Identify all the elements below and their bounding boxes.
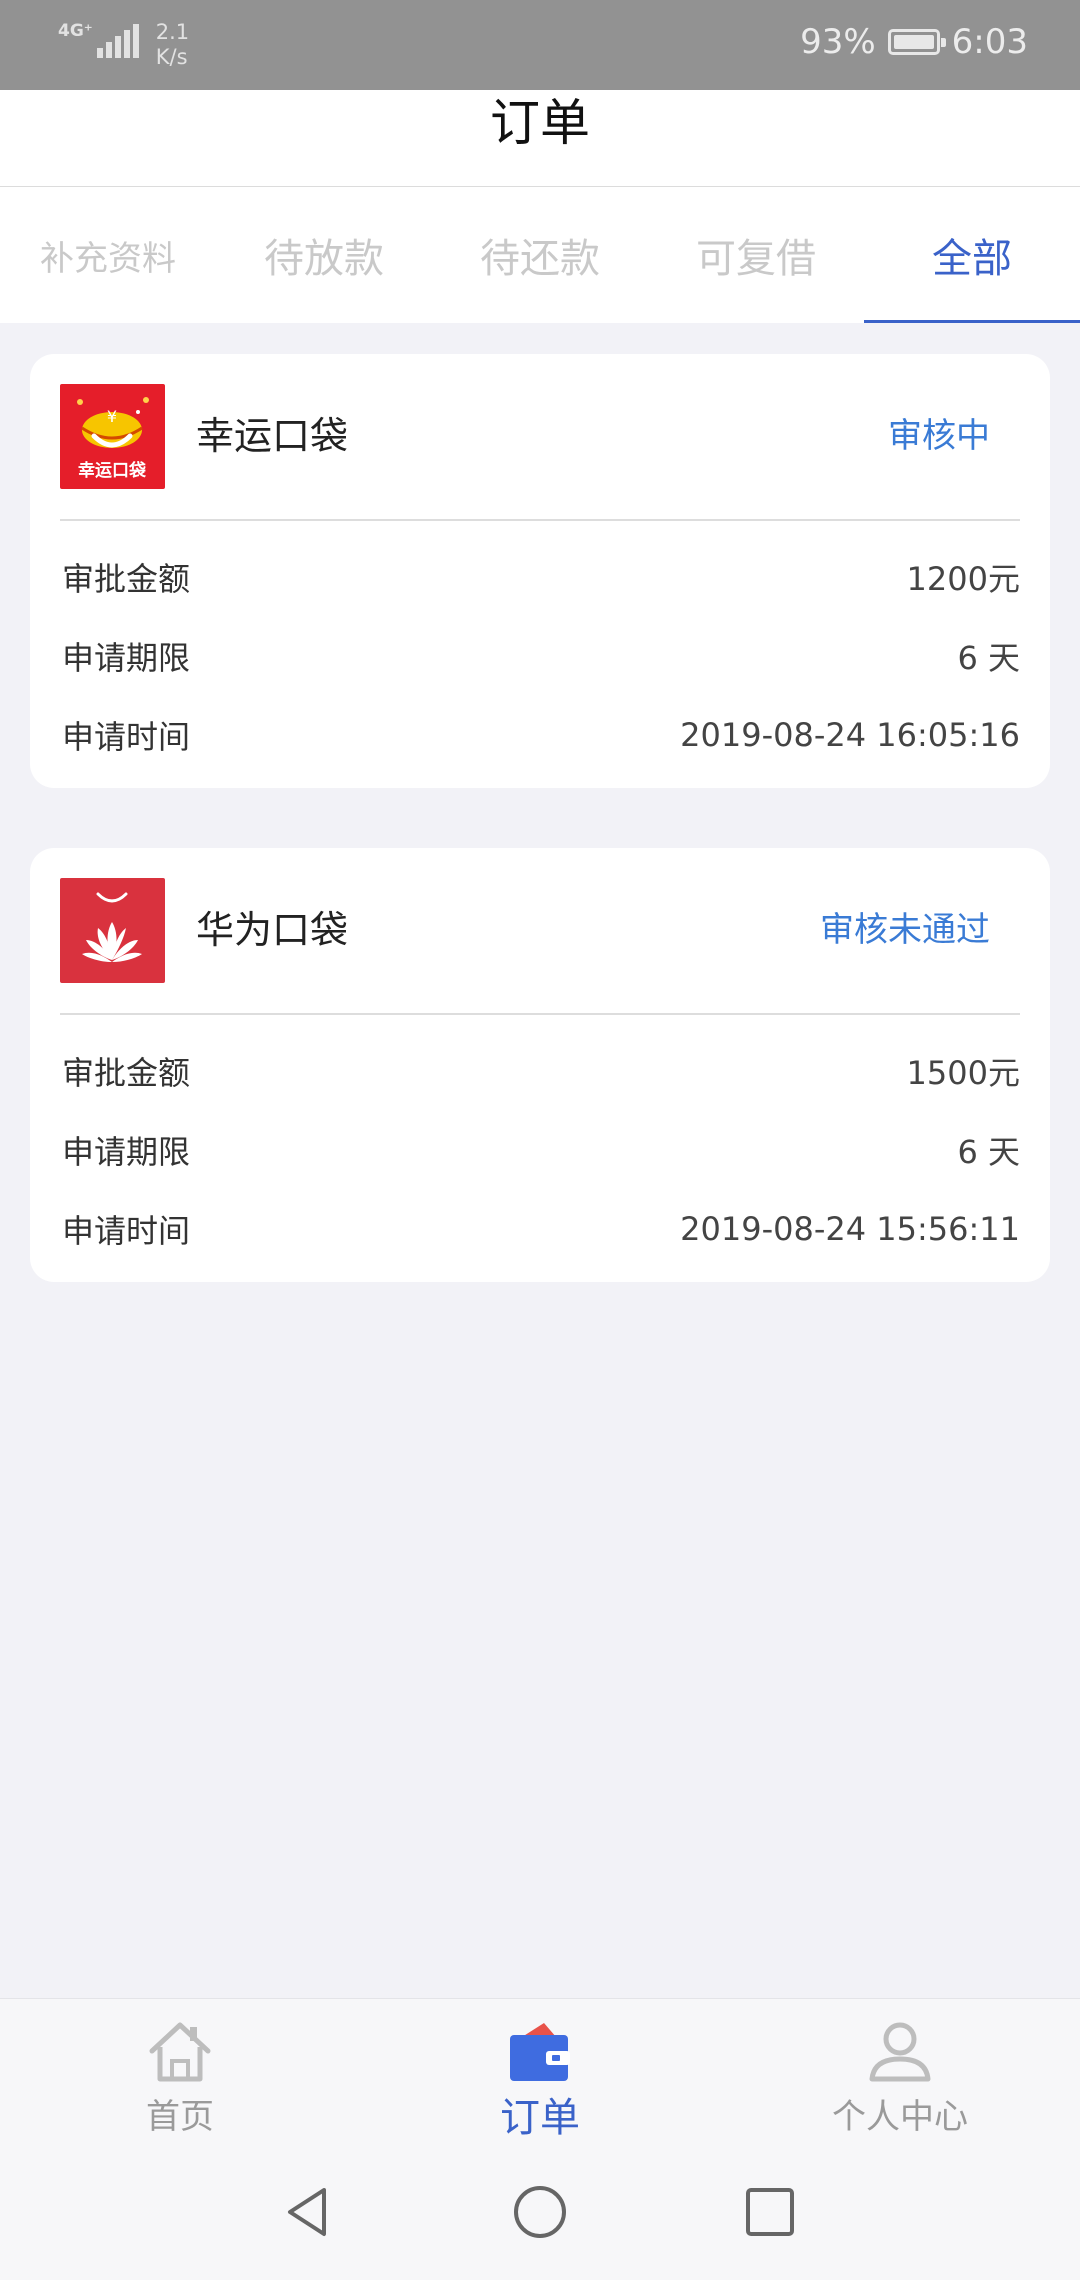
- order-card-header: 华为口袋 审核未通过: [30, 848, 1050, 1013]
- row-value: 2019-08-24 16:05:16: [680, 716, 1020, 754]
- row-value: 1200元: [906, 560, 1020, 598]
- clock: 6:03: [951, 22, 1028, 62]
- tab-pending-disbursement[interactable]: 待放款: [216, 187, 432, 323]
- logo-text: 幸运口袋: [78, 460, 147, 481]
- bottom-nav: 首页 订单 个人中心: [0, 1998, 1080, 2147]
- row-label: 申请期限: [62, 639, 191, 677]
- approved-amount-row: 审批金额 1200元: [62, 547, 1020, 607]
- tab-pending-repayment[interactable]: 待还款: [432, 187, 648, 323]
- approved-amount-row: 审批金额 1500元: [62, 1041, 1020, 1101]
- loan-term-row: 申请期限 6 天: [62, 626, 1020, 686]
- battery-percent: 93%: [800, 22, 876, 62]
- speed-unit: K/s: [155, 45, 188, 69]
- row-label: 申请时间: [62, 1212, 191, 1250]
- home-button-icon[interactable]: [510, 2182, 570, 2242]
- order-card-header: ¥ 幸运口袋 幸运口袋 审核中: [30, 354, 1050, 519]
- svg-text:¥: ¥: [107, 407, 117, 426]
- divider: [60, 519, 1020, 521]
- app-name: 华为口袋: [196, 908, 349, 952]
- row-label: 审批金额: [62, 560, 191, 598]
- status-left: 4G⁺ 2.1 K/s: [58, 20, 189, 70]
- apply-time-row: 申请时间 2019-08-24 16:05:16: [62, 705, 1020, 765]
- nav-profile-label: 个人中心: [832, 2097, 968, 2137]
- network-type: 4G⁺: [58, 21, 93, 41]
- nav-profile[interactable]: 个人中心: [720, 1999, 1080, 2147]
- nav-home-label: 首页: [146, 2097, 214, 2137]
- huawei-pocket-logo: [60, 878, 165, 983]
- row-label: 审批金额: [62, 1054, 191, 1092]
- row-value: 1500元: [906, 1054, 1020, 1092]
- status-badge: 审核中: [888, 416, 990, 456]
- tab-supplement-info[interactable]: 补充资料: [0, 187, 216, 323]
- app-name: 幸运口袋: [196, 414, 349, 458]
- nav-home[interactable]: 首页: [0, 1999, 360, 2147]
- order-card[interactable]: 华为口袋 审核未通过 审批金额 1500元 申请期限 6 天 申请时间 2019…: [30, 848, 1050, 1282]
- status-bar: 4G⁺ 2.1 K/s 93% 6:03: [0, 0, 1080, 90]
- network-speed: 2.1 K/s: [156, 20, 189, 70]
- tab-all[interactable]: 全部: [864, 187, 1080, 323]
- row-value: 2019-08-24 15:56:11: [680, 1210, 1020, 1248]
- app-header: 订单: [0, 90, 1080, 187]
- nav-orders[interactable]: 订单: [360, 1999, 720, 2147]
- system-nav-bar: [0, 2146, 1080, 2280]
- home-icon: [149, 2022, 211, 2082]
- apply-time-row: 申请时间 2019-08-24 15:56:11: [62, 1199, 1020, 1259]
- nav-orders-label: 订单: [500, 2095, 580, 2141]
- recent-apps-icon[interactable]: [740, 2182, 800, 2242]
- user-icon: [869, 2022, 931, 2082]
- divider: [60, 1013, 1020, 1015]
- speed-value: 2.1: [155, 20, 190, 44]
- tab-reborrowable[interactable]: 可复借: [648, 187, 864, 323]
- battery-icon: [887, 29, 946, 55]
- status-badge: 审核未通过: [820, 910, 990, 950]
- order-card[interactable]: ¥ 幸运口袋 幸运口袋 审核中 审批金额 1200元 申请期限 6 天 申请时间…: [30, 354, 1050, 788]
- page-title: 订单: [490, 94, 590, 152]
- status-right: 93% 6:03: [800, 22, 1028, 62]
- signal-icon: [96, 20, 142, 58]
- row-value: 6 天: [957, 639, 1020, 677]
- row-label: 申请期限: [62, 1133, 191, 1171]
- lucky-pocket-logo: ¥ 幸运口袋: [60, 384, 165, 489]
- row-label: 申请时间: [62, 718, 191, 756]
- row-value: 6 天: [957, 1133, 1020, 1171]
- loan-term-row: 申请期限 6 天: [62, 1120, 1020, 1180]
- wallet-icon: [510, 2023, 570, 2081]
- back-icon[interactable]: [278, 2182, 338, 2242]
- order-tabs: 补充资料 待放款 待还款 可复借 全部: [0, 187, 1080, 323]
